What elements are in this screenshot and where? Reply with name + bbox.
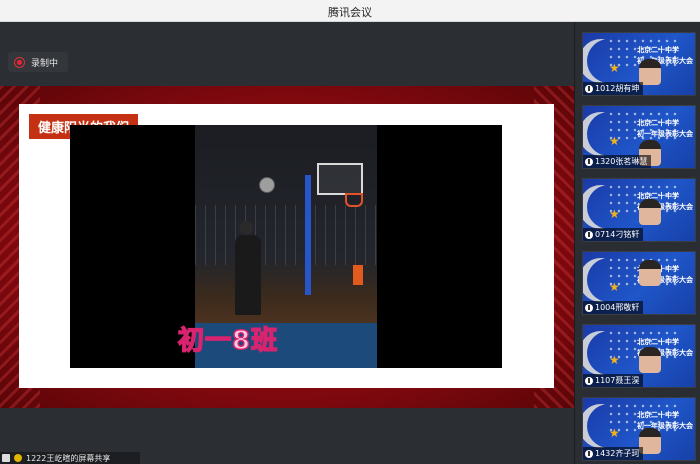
basketball-rim bbox=[345, 193, 363, 207]
participant-namebar: 1012胡有坤 bbox=[583, 82, 644, 95]
microphone-icon bbox=[585, 84, 593, 93]
microphone-icon bbox=[585, 376, 593, 385]
participant-namebar: 0714刁铭轩 bbox=[583, 228, 644, 241]
star-icon: ★ bbox=[609, 207, 620, 221]
recording-indicator[interactable]: 录制中 bbox=[8, 52, 68, 72]
participant-name: 1012胡有坤 bbox=[595, 84, 640, 93]
participant-name: 1004邢敬轩 bbox=[595, 303, 640, 312]
recording-label: 录制中 bbox=[31, 58, 59, 69]
video-caption: 初一8班 bbox=[177, 325, 279, 357]
screen-share-owner: 1222王屹暄的屏幕共享 bbox=[26, 453, 111, 463]
star-icon: ★ bbox=[609, 426, 620, 440]
participant-name: 1320张茗琳慧 bbox=[595, 157, 648, 166]
participant-video bbox=[639, 260, 661, 286]
record-icon bbox=[14, 56, 25, 68]
player-head bbox=[239, 221, 253, 235]
screen-icon bbox=[2, 454, 10, 462]
participant-namebar: 1107聂王淏 bbox=[583, 374, 644, 387]
presenter-avatar bbox=[14, 454, 22, 462]
microphone-icon bbox=[585, 303, 593, 312]
participant-name: 1107聂王淏 bbox=[595, 376, 640, 385]
participant-tile[interactable]: ★ 北京二十中学 初一年级表彰大会 1320张茗琳慧 bbox=[582, 105, 696, 169]
fence bbox=[195, 205, 377, 265]
participant-video bbox=[639, 347, 661, 373]
video-frame: 初一8班 bbox=[70, 125, 502, 368]
star-icon: ★ bbox=[609, 353, 620, 367]
participant-tile[interactable]: ★ 北京二十中学 初一年级表彰大会 1012胡有坤 bbox=[582, 32, 696, 96]
tile-banner: 北京二十中学初一年级表彰大会 bbox=[637, 119, 693, 138]
participant-tile[interactable]: ★ 北京二十中学 初一年级表彰大会 1432齐子珂 bbox=[582, 397, 696, 461]
participant-name: 1432齐子珂 bbox=[595, 449, 640, 458]
participant-video bbox=[639, 199, 661, 225]
participant-namebar: 1432齐子珂 bbox=[583, 447, 644, 460]
backboard bbox=[317, 163, 363, 195]
participant-namebar: 1004邢敬轩 bbox=[583, 301, 644, 314]
hoop-pole bbox=[305, 175, 311, 295]
app-title: 腾讯会议 bbox=[328, 6, 372, 19]
participant-tile[interactable]: ★ 北京二十中学 初一年级表彰大会 1107聂王淏 bbox=[582, 324, 696, 388]
title-bar: 腾讯会议 bbox=[0, 0, 700, 22]
microphone-icon bbox=[585, 157, 593, 166]
participant-namebar: 1320张茗琳慧 bbox=[583, 155, 652, 168]
screen-share-bar[interactable]: 1222王屹暄的屏幕共享 bbox=[0, 452, 140, 464]
presentation-slide: 健康阳光的我们 初一8班 bbox=[19, 104, 554, 388]
star-icon: ★ bbox=[609, 134, 620, 148]
player bbox=[235, 235, 261, 315]
basketball bbox=[259, 177, 275, 193]
traffic-cone bbox=[353, 265, 363, 285]
participant-name: 0714刁铭轩 bbox=[595, 230, 640, 239]
star-icon: ★ bbox=[609, 280, 620, 294]
participant-list: ★ 北京二十中学 初一年级表彰大会 1012胡有坤 ★ 北京二十中学 初一年级表彰大… bbox=[574, 22, 700, 464]
microphone-icon bbox=[585, 230, 593, 239]
participant-tile[interactable]: ★ 北京二十中学初一年级表彰大会 1004邢敬轩 bbox=[582, 251, 696, 315]
star-icon: ★ bbox=[609, 61, 620, 75]
shared-screen: 健康阳光的我们 初一8班 bbox=[0, 86, 574, 408]
participant-tile[interactable]: ★ 北京二十中学 初一年级表彰大会 0714刁铭轩 bbox=[582, 178, 696, 242]
microphone-icon bbox=[585, 449, 593, 458]
